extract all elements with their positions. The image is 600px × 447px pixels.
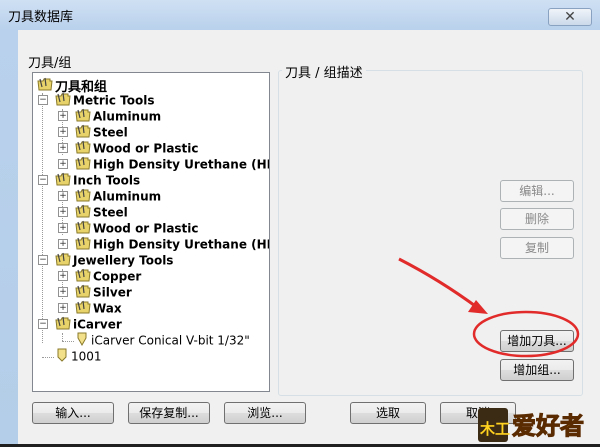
expand-toggle[interactable]: + bbox=[58, 287, 68, 297]
tree-item-label: Wax bbox=[93, 301, 122, 316]
folder-icon bbox=[37, 77, 53, 95]
folder-icon bbox=[75, 300, 91, 317]
tree-item-tool[interactable]: iCarver Conical V-bit 1/32" bbox=[75, 332, 250, 348]
collapse-toggle-inch[interactable]: − bbox=[38, 175, 48, 185]
description-label: 刀具 / 组描述 bbox=[282, 62, 366, 81]
folder-icon bbox=[75, 124, 91, 141]
tree-item[interactable]: Wood or Plastic bbox=[75, 220, 199, 236]
tree-item[interactable]: Aluminum bbox=[75, 108, 161, 124]
folder-icon bbox=[55, 172, 71, 189]
expand-toggle[interactable]: + bbox=[58, 271, 68, 281]
folder-icon bbox=[75, 204, 91, 221]
end-mill-tool-icon bbox=[55, 348, 69, 365]
tree-item-label: Steel bbox=[93, 125, 128, 140]
tree-item[interactable]: Aluminum bbox=[75, 188, 161, 204]
folder-icon bbox=[75, 188, 91, 205]
folder-icon bbox=[75, 140, 91, 157]
folder-icon bbox=[75, 156, 91, 173]
expand-toggle[interactable]: + bbox=[58, 303, 68, 313]
expand-toggle[interactable]: + bbox=[58, 159, 68, 169]
delete-button[interactable]: 删除 bbox=[500, 208, 574, 230]
tree-item[interactable]: Wood or Plastic bbox=[75, 140, 199, 156]
tree-item[interactable]: Copper bbox=[75, 268, 141, 284]
expand-toggle[interactable]: + bbox=[58, 191, 68, 201]
tree-item-label: Wood or Plastic bbox=[93, 221, 199, 236]
edit-button[interactable]: 编辑... bbox=[500, 180, 574, 202]
tree-group-label: Inch Tools bbox=[73, 173, 141, 188]
collapse-toggle-jewellery[interactable]: − bbox=[38, 255, 48, 265]
expand-toggle[interactable]: + bbox=[58, 127, 68, 137]
tree-group-icarver[interactable]: iCarver bbox=[55, 316, 122, 332]
v-bit-tool-icon bbox=[75, 332, 89, 349]
folder-icon bbox=[55, 92, 71, 109]
tree-panel-label: 刀具/组 bbox=[28, 56, 72, 71]
dialog-client: 刀具/组 刀具和组 − Metric Tools + Aluminum + St… bbox=[18, 30, 600, 444]
tree-item-label: Steel bbox=[93, 205, 128, 220]
tree-item-label: 1001 bbox=[71, 349, 102, 364]
collapse-toggle-metric[interactable]: − bbox=[38, 95, 48, 105]
folder-icon bbox=[75, 220, 91, 237]
add-tool-button[interactable]: 增加刀具... bbox=[500, 330, 574, 352]
folder-icon bbox=[75, 108, 91, 125]
collapse-toggle-icarver[interactable]: − bbox=[38, 319, 48, 329]
tree-item-tool-1001[interactable]: 1001 bbox=[55, 348, 102, 364]
expand-toggle[interactable]: + bbox=[58, 223, 68, 233]
tree-item-label: Wood or Plastic bbox=[93, 141, 199, 156]
expand-toggle[interactable]: + bbox=[58, 111, 68, 121]
tree-group-jewellery[interactable]: Jewellery Tools bbox=[55, 252, 173, 268]
window-title: 刀具数据库 bbox=[8, 10, 74, 25]
tree-item[interactable]: Wax bbox=[75, 300, 122, 316]
folder-icon bbox=[75, 284, 91, 301]
tree-item[interactable]: Steel bbox=[75, 204, 128, 220]
tree-item-label: Aluminum bbox=[93, 189, 162, 204]
tree-group-metric[interactable]: Metric Tools bbox=[55, 92, 154, 108]
tree-item[interactable]: High Density Urethane (HDU) bbox=[75, 156, 269, 173]
add-group-button[interactable]: 增加组... bbox=[500, 359, 574, 381]
tree-group-label: Jewellery Tools bbox=[73, 253, 174, 268]
tree-item[interactable]: Steel bbox=[75, 124, 128, 140]
folder-icon bbox=[55, 316, 71, 333]
save-copy-button[interactable]: 保存复制... bbox=[128, 402, 210, 424]
copy-button[interactable]: 复制 bbox=[500, 237, 574, 259]
tree-item[interactable]: High Density Urethane (HDU) bbox=[75, 236, 269, 253]
expand-toggle[interactable]: + bbox=[58, 239, 68, 249]
tree-group-label: iCarver bbox=[73, 317, 122, 332]
tree-group-label: Metric Tools bbox=[73, 93, 155, 108]
expand-toggle[interactable]: + bbox=[58, 207, 68, 217]
tree-item-label: Aluminum bbox=[93, 109, 162, 124]
tree-group-inch[interactable]: Inch Tools bbox=[55, 172, 140, 188]
title-bar[interactable]: 刀具数据库 ✕ bbox=[0, 0, 600, 30]
tree-item-label: Copper bbox=[93, 269, 142, 284]
folder-icon bbox=[75, 268, 91, 285]
watermark-logo: 木工 爱好者 bbox=[476, 404, 600, 444]
tree-item-label: iCarver Conical V-bit 1/32" bbox=[91, 333, 250, 348]
import-button[interactable]: 输入... bbox=[32, 402, 114, 424]
close-button[interactable]: ✕ bbox=[548, 8, 592, 26]
folder-icon bbox=[75, 236, 91, 253]
browse-button[interactable]: 浏览... bbox=[224, 402, 306, 424]
select-button[interactable]: 选取 bbox=[350, 402, 426, 424]
tree-root[interactable]: 刀具和组 bbox=[37, 76, 107, 95]
watermark-text: 爱好者 bbox=[512, 412, 584, 440]
tree-item-label: High Density Urethane (HDU) bbox=[93, 157, 269, 172]
tree-item-label: Silver bbox=[93, 285, 132, 300]
tool-tree[interactable]: 刀具和组 − Metric Tools + Aluminum + Steel +… bbox=[32, 72, 270, 392]
dialog-window: 刀具数据库 ✕ 刀具/组 刀具和组 − Metric Tools + Alumi… bbox=[0, 0, 600, 444]
folder-icon bbox=[55, 252, 71, 269]
watermark-badge: 木工 bbox=[479, 420, 510, 438]
tree-item-label: High Density Urethane (HDU) bbox=[93, 237, 269, 252]
tree-item[interactable]: Silver bbox=[75, 284, 132, 300]
expand-toggle[interactable]: + bbox=[58, 143, 68, 153]
